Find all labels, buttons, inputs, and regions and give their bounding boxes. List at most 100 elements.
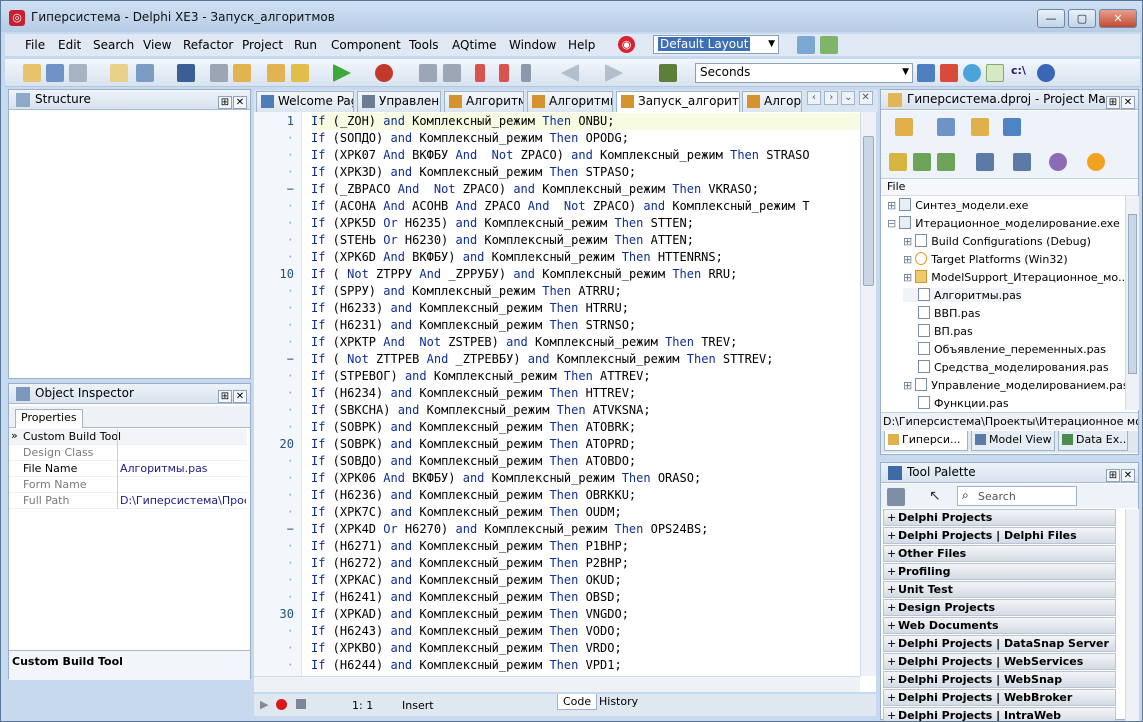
build-all-icon[interactable] <box>1049 153 1067 171</box>
menu-item-file[interactable]: File <box>25 38 45 52</box>
tab-1[interactable]: Welcome Page <box>256 91 354 112</box>
code-line[interactable]: If (H6233) and Комплексный_режим Then HT… <box>311 300 871 317</box>
oi-property-row[interactable]: Design Class <box>9 445 247 461</box>
sync-icon[interactable] <box>889 153 907 171</box>
palette-category[interactable]: Delphi Projects <box>883 509 1116 526</box>
bookmarks-icon[interactable] <box>659 64 677 82</box>
code-line[interactable]: If (XPK5D Or H6235) and Комплексный_режи… <box>311 215 871 232</box>
set-debug-desktop-icon[interactable] <box>820 36 838 54</box>
tab-properties[interactable]: Properties <box>15 409 83 428</box>
palette-category[interactable]: Delphi Projects | WebSnap <box>883 671 1116 688</box>
add-to-project-icon[interactable] <box>267 64 285 82</box>
tab-6[interactable]: Алгори <box>742 91 802 112</box>
menu-item-run[interactable]: Run <box>294 38 317 52</box>
menu-item-aqtime[interactable]: AQtime <box>452 38 497 52</box>
open-file-icon[interactable] <box>136 64 154 82</box>
target-platform-icon[interactable] <box>1087 153 1105 171</box>
command-prompt-icon[interactable]: c:\ <box>1011 64 1029 82</box>
tab-5[interactable]: Запуск_алгоритмов <box>616 91 740 112</box>
open-folder-icon[interactable] <box>971 118 989 136</box>
code-line[interactable]: If (H6236) and Комплексный_режим Then OB… <box>311 487 871 504</box>
remove-from-project-icon[interactable] <box>291 64 309 82</box>
code-line[interactable]: If (XPK6D And ВКФБУ) and Комплексный_реж… <box>311 249 871 266</box>
oi-property-row[interactable]: Form Name <box>9 477 247 493</box>
code-line[interactable]: If (XPK7C) and Комплексный_режим Then OU… <box>311 504 871 521</box>
code-line[interactable]: If (XPKBO) and Комплексный_режим Then VR… <box>311 640 871 657</box>
code-line[interactable]: If (XPKTP And Not ZSTPEB) and Комплексны… <box>311 334 871 351</box>
code-line[interactable]: If (_ZBPACO And Not ZPACO) and Комплексн… <box>311 181 871 198</box>
palette-category[interactable]: Other Files <box>883 545 1116 562</box>
web-icon[interactable] <box>963 64 981 82</box>
project-tree-node[interactable]: ⊞ Управление_моделированием.pas <box>903 378 1129 392</box>
code-line[interactable]: If (XPKAC) and Комплексный_режим Then OK… <box>311 572 871 589</box>
code-line[interactable]: If (H6234) and Комплексный_режим Then HT… <box>311 385 871 402</box>
report-icon[interactable] <box>917 64 935 82</box>
project-tree-node[interactable]: ⊞ Синтез_модели.exe <box>887 198 1028 212</box>
collapse-icon[interactable]: ⊟ <box>887 217 896 230</box>
code-line[interactable]: If (STPEBОГ) and Комплексный_режим Then … <box>311 368 871 385</box>
code-line[interactable]: If (SOПДО) and Комплексный_режим Then OP… <box>311 130 871 147</box>
close-icon[interactable]: ✕ <box>1121 469 1135 482</box>
project-tree-node[interactable]: ⊟ Итерационное_моделирование.exe <box>887 216 1120 230</box>
oi-property-row[interactable]: Full Path D:\Гиперсистема\Проекты <box>9 493 247 509</box>
project-tree-node[interactable]: ВВП.pas <box>903 306 980 320</box>
tab-scroll-left-icon[interactable]: ‹ <box>807 91 821 105</box>
pin-icon[interactable]: ⊞ <box>1106 96 1120 109</box>
scroll-thumb[interactable] <box>863 136 874 286</box>
code-line[interactable]: If (SOBPK) and Комплексный_режим Then AT… <box>311 419 871 436</box>
pin-icon[interactable]: ⊞ <box>1106 469 1120 482</box>
close-icon[interactable]: ✕ <box>1121 96 1135 109</box>
expand-icon[interactable]: ⊞ <box>903 379 912 392</box>
run-to-cursor-icon[interactable] <box>521 64 531 82</box>
menu-item-edit[interactable]: Edit <box>58 38 81 52</box>
code-line[interactable]: If (H6231) and Комплексный_режим Then ST… <box>311 317 871 334</box>
maximize-button[interactable]: ▢ <box>1068 9 1096 28</box>
trace-into-icon[interactable] <box>475 64 485 82</box>
menu-item-component[interactable]: Component <box>331 38 401 52</box>
tab-scroll-right-icon[interactable]: › <box>824 91 839 105</box>
stop-macro-icon[interactable] <box>296 699 306 709</box>
project-tree[interactable]: ⊞ Синтез_модели.exe ⊟ Итерационное_моделиро… <box>881 196 1129 410</box>
project-tree-node[interactable]: ⊞ Target Platforms (Win32) <box>903 252 1068 266</box>
open-folder-icon[interactable] <box>233 64 251 82</box>
menu-item-window[interactable]: Window <box>509 38 556 52</box>
code-line[interactable]: If (H6271) and Комплексный_режим Then P1… <box>311 538 871 555</box>
categories-icon[interactable] <box>887 488 905 506</box>
palette-category[interactable]: Web Documents <box>883 617 1116 634</box>
profiler-icon[interactable] <box>940 64 958 82</box>
expand-icon[interactable]: ⊞ <box>887 199 896 212</box>
play-macro-icon[interactable]: ▶ <box>260 698 268 711</box>
menu-item-search[interactable]: Search <box>93 38 134 52</box>
code-line[interactable]: If (ACOHA And ACOHB And ZPACO And Not ZP… <box>311 198 871 215</box>
tab-scroll-buttons[interactable]: ‹ › ⌄ ✕ <box>807 91 875 109</box>
code-line[interactable]: If (H6241) and Комплексный_режим Then OB… <box>311 589 871 606</box>
speed-combo[interactable]: Seconds ▼ <box>695 63 913 83</box>
menu-item-tools[interactable]: Tools <box>409 38 439 52</box>
open-project-icon[interactable] <box>46 64 64 82</box>
fold-marker[interactable]: − <box>254 351 294 368</box>
fold-marker[interactable]: − <box>254 521 294 538</box>
project-tree-node[interactable]: Объявление_переменных.pas <box>903 342 1106 356</box>
code-line[interactable]: If (XPK4D Or H6270) and Комплексный_режи… <box>311 521 871 538</box>
close-tab-icon[interactable]: ✕ <box>858 91 873 105</box>
menu-item-help[interactable]: Help <box>568 38 595 52</box>
fold-marker[interactable]: − <box>254 181 294 198</box>
close-icon[interactable]: ✕ <box>233 390 247 403</box>
tab-history[interactable]: History <box>594 694 643 710</box>
run-icon[interactable] <box>333 64 351 82</box>
menu-item-view[interactable]: View <box>143 38 171 52</box>
close-button[interactable]: ✕ <box>1099 9 1137 28</box>
code-line[interactable]: If (H6244) and Комплексный_режим Then VP… <box>311 657 871 674</box>
code-line[interactable]: If (XPKAD) and Комплексный_режим Then VN… <box>311 606 871 623</box>
pointer-icon[interactable]: ↖ <box>929 488 947 506</box>
oi-property-row[interactable]: » Custom Build Tool <box>9 429 247 445</box>
project-tree-node[interactable]: Функции.pas <box>903 396 1009 410</box>
record-macro-icon[interactable] <box>276 699 287 710</box>
pm-tab-2[interactable]: Model View <box>971 431 1055 451</box>
navigate-back-icon[interactable] <box>561 64 579 82</box>
view-icon[interactable] <box>1003 118 1021 136</box>
options-icon[interactable] <box>986 64 1004 82</box>
program-reset-icon[interactable] <box>443 64 461 82</box>
oi-property-value[interactable]: Алгоритмы.pas <box>120 462 246 475</box>
oi-property-row[interactable]: File Name Алгоритмы.pas <box>9 461 247 477</box>
